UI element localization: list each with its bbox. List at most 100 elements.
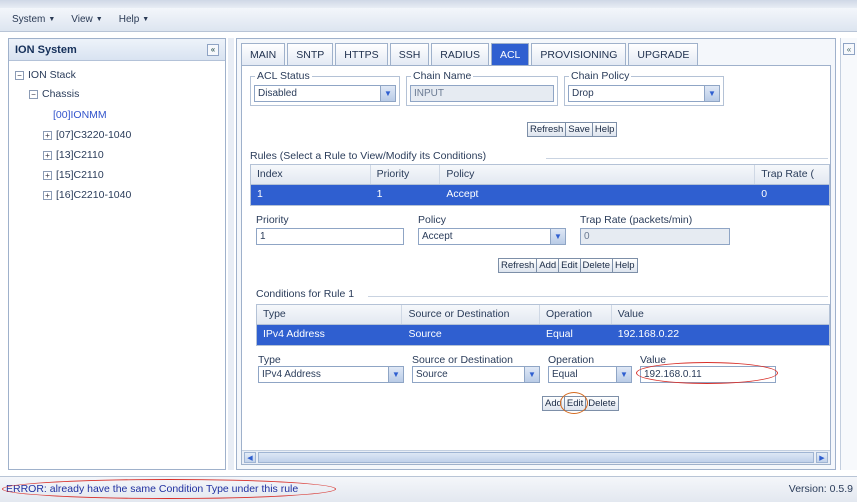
- expand-node-icon[interactable]: +: [43, 130, 52, 140]
- rule-priority-input[interactable]: 1: [256, 228, 404, 245]
- column-header-index[interactable]: Index: [251, 165, 371, 184]
- rule-priority-cell: 1: [376, 188, 383, 200]
- condition-value-input[interactable]: 192.168.0.11: [640, 366, 776, 383]
- tree-node-label: [16]C2210-1040: [56, 189, 132, 201]
- chain-policy-group: Chain Policy Drop ▼: [564, 70, 724, 106]
- conditions-button-group: Add Edit Delete: [542, 396, 619, 411]
- rule-priority-label: Priority: [256, 214, 289, 226]
- acl-button-group: Refresh Save Help: [527, 122, 618, 137]
- trap-rate-label: Trap Rate (packets/min): [580, 214, 693, 226]
- chevron-down-icon: ▼: [95, 16, 103, 23]
- menu-system[interactable]: System ▼: [6, 12, 61, 27]
- chain-policy-label: Chain Policy: [569, 70, 632, 82]
- rule-policy-cell: Accept: [446, 188, 479, 200]
- chain-name-field: INPUT: [410, 85, 554, 102]
- condition-operation-select[interactable]: Equal ▼: [548, 366, 632, 383]
- menu-help-label: Help: [118, 14, 140, 25]
- tree-node-c2110-15[interactable]: + [15]C2110: [43, 169, 104, 181]
- rule-policy-value: Accept: [422, 231, 453, 242]
- tree-node-c2210[interactable]: + [16]C2210-1040: [43, 189, 131, 201]
- column-header-type[interactable]: Type: [257, 305, 403, 324]
- chevron-down-icon: ▼: [142, 16, 150, 23]
- column-header-operation[interactable]: Operation: [540, 305, 612, 324]
- column-header-value[interactable]: Value: [612, 305, 829, 324]
- tab-ssh[interactable]: SSH: [389, 43, 430, 65]
- condition-delete-button[interactable]: Delete: [585, 396, 619, 411]
- rule-index-cell: 1: [257, 188, 263, 200]
- condition-source-label: Source or Destination: [412, 354, 513, 366]
- conditions-table-header: Type Source or Destination Operation Val…: [257, 305, 829, 325]
- acl-refresh-button[interactable]: Refresh: [527, 122, 567, 137]
- conditions-table: Type Source or Destination Operation Val…: [256, 304, 830, 346]
- chevron-down-icon: ▼: [388, 367, 403, 382]
- version-label: Version: 0.5.9: [788, 483, 853, 495]
- tree-node-c3220[interactable]: + [07]C3220-1040: [43, 129, 131, 141]
- expand-node-icon[interactable]: +: [43, 190, 52, 200]
- expand-node-icon[interactable]: +: [43, 170, 52, 180]
- menu-bar: System ▼ View ▼ Help ▼: [0, 8, 857, 32]
- menu-view-label: View: [71, 14, 93, 25]
- column-header-priority[interactable]: Priority: [371, 165, 441, 184]
- condition-source-select[interactable]: Source ▼: [412, 366, 540, 383]
- rules-table-header: Index Priority Policy Trap Rate (: [251, 165, 829, 185]
- title-strip: [0, 0, 857, 8]
- tree-node-label: [15]C2110: [56, 169, 104, 181]
- tree-node-c2110-13[interactable]: + [13]C2110: [43, 149, 104, 161]
- tab-upgrade[interactable]: UPGRADE: [628, 43, 699, 65]
- condition-edit-button[interactable]: Edit: [563, 396, 587, 411]
- condition-add-button[interactable]: Add: [542, 396, 565, 411]
- acl-save-button[interactable]: Save: [565, 122, 593, 137]
- rules-button-group: Refresh Add Edit Delete Help: [498, 258, 638, 273]
- column-header-policy[interactable]: Policy: [440, 165, 756, 184]
- condition-operation-label: Operation: [548, 354, 595, 366]
- condition-value-label: Value: [640, 354, 667, 366]
- rule-edit-button[interactable]: Edit: [558, 258, 581, 273]
- tree-node-chassis[interactable]: − Chassis: [29, 88, 79, 100]
- horizontal-scrollbar[interactable]: ◀ ▶: [242, 450, 830, 464]
- acl-help-button[interactable]: Help: [591, 122, 618, 137]
- column-header-source[interactable]: Source or Destination: [402, 305, 540, 324]
- rule-help-button[interactable]: Help: [612, 258, 638, 273]
- tree-header: ION System «: [9, 39, 225, 61]
- expand-node-icon[interactable]: +: [43, 150, 52, 160]
- tab-https[interactable]: HTTPS: [335, 43, 388, 65]
- table-row[interactable]: 1 1 Accept 0: [251, 185, 829, 205]
- collapse-left-icon[interactable]: «: [207, 43, 219, 56]
- rule-policy-select[interactable]: Accept ▼: [418, 228, 566, 245]
- collapse-node-icon[interactable]: −: [29, 89, 38, 99]
- rule-add-button[interactable]: Add: [536, 258, 560, 273]
- condition-operation-value: Equal: [552, 369, 578, 380]
- tree-node-ionmm[interactable]: [00]IONMM: [53, 109, 107, 121]
- tab-provisioning[interactable]: PROVISIONING: [531, 43, 627, 65]
- condition-value-cell: 192.168.0.22: [617, 328, 680, 340]
- chain-policy-select[interactable]: Drop ▼: [568, 85, 720, 102]
- condition-type-value: IPv4 Address: [262, 369, 321, 380]
- tree-node-ion-stack[interactable]: − ION Stack: [15, 69, 76, 81]
- condition-source-cell: Source: [408, 328, 442, 340]
- menu-view[interactable]: View ▼: [65, 12, 108, 27]
- scrollbar-thumb[interactable]: [258, 452, 814, 463]
- column-header-trap-rate[interactable]: Trap Rate (: [755, 165, 829, 184]
- acl-status-value: Disabled: [258, 88, 297, 99]
- conditions-section-title: Conditions for Rule 1: [256, 288, 355, 300]
- collapse-node-icon[interactable]: −: [15, 70, 24, 80]
- scroll-left-icon[interactable]: ◀: [244, 452, 256, 463]
- rule-refresh-button[interactable]: Refresh: [498, 258, 538, 273]
- tab-acl[interactable]: ACL: [490, 43, 530, 65]
- rule-delete-button[interactable]: Delete: [579, 258, 614, 273]
- trap-rate-input[interactable]: 0: [580, 228, 730, 245]
- acl-status-label: ACL Status: [255, 70, 312, 82]
- acl-tab-content: ACL Status Disabled ▼ Chain Name INPUT C…: [241, 65, 831, 465]
- acl-status-select[interactable]: Disabled ▼: [254, 85, 396, 102]
- panel-splitter[interactable]: [228, 38, 234, 470]
- tab-main[interactable]: MAIN: [241, 43, 286, 65]
- menu-help[interactable]: Help ▼: [113, 12, 156, 27]
- tab-radius[interactable]: RADIUS: [431, 43, 489, 65]
- section-divider: [546, 158, 828, 159]
- scroll-right-icon[interactable]: ▶: [816, 452, 828, 463]
- status-bar: ERROR: already have the same Condition T…: [0, 476, 857, 502]
- tab-sntp[interactable]: SNTP: [287, 43, 334, 65]
- expand-right-icon[interactable]: «: [843, 43, 855, 55]
- condition-type-select[interactable]: IPv4 Address ▼: [258, 366, 404, 383]
- table-row[interactable]: IPv4 Address Source Equal 192.168.0.22: [257, 325, 829, 345]
